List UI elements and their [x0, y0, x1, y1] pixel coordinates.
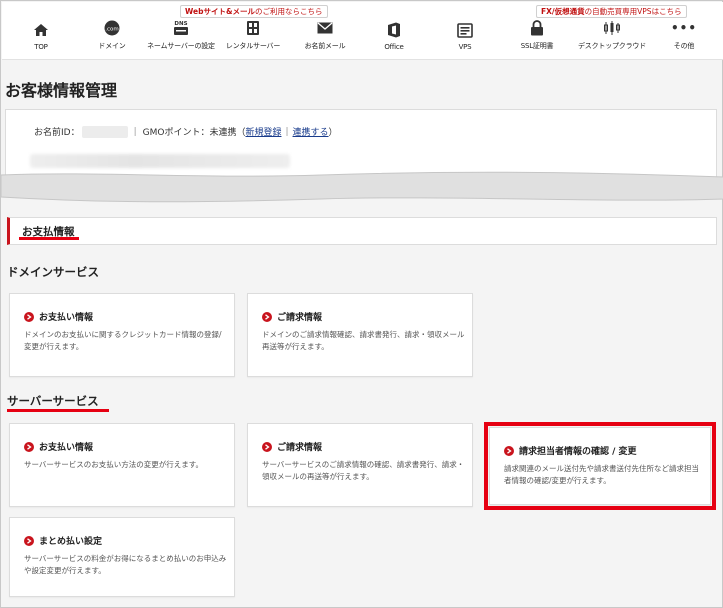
dns-icon: DNS — [171, 19, 191, 37]
server-billing-card[interactable]: ご請求情報 サーバーサービスのご請求情報の確認、請求書発行、請求・領収メールの再… — [247, 423, 473, 507]
nav-item-onamae-mail[interactable]: お名前メール — [296, 2, 354, 60]
onamae-id-label: お名前ID： — [34, 128, 80, 138]
separator: | — [133, 126, 137, 137]
nav-label: デスクトップクラウド — [578, 42, 646, 50]
nav-item-desktop-cloud[interactable]: デスクトップクラウド — [570, 2, 654, 60]
mail-icon — [315, 19, 335, 37]
card-description: サーバーサービスの料金がお得になるまとめ払いのお申込みや設定変更が行えます。 — [24, 554, 227, 575]
arrow-right-icon — [262, 311, 272, 322]
nav-label: SSL証明書 — [520, 42, 554, 50]
nav-item-top[interactable]: TOP — [26, 2, 56, 60]
nav-label: TOP — [34, 43, 48, 51]
close-paren: ） — [328, 128, 338, 138]
dns-icon-text: DNS — [174, 21, 187, 27]
more-icon: ••• — [671, 21, 698, 35]
nav-label: VPS — [458, 43, 472, 51]
card-title: ご請求情報 — [262, 310, 322, 323]
redacted-id — [81, 125, 128, 138]
nav-item-domain[interactable]: .com ドメイン — [90, 2, 134, 60]
card-title-text: お支払い情報 — [39, 443, 94, 453]
nav-item-rental-server[interactable]: レンタルサーバー — [220, 2, 286, 60]
arrow-right-icon — [24, 441, 34, 452]
nav-label: その他 — [673, 42, 695, 50]
gmo-point-label: GMOポイント：未連携（ — [142, 128, 246, 138]
card-title: お支払い情報 — [24, 440, 93, 453]
card-title-text: まとめ払い設定 — [39, 537, 103, 547]
redacted-info — [30, 154, 290, 168]
domain-billing-card[interactable]: ご請求情報 ドメインのご請求情報確認、請求書発行、請求・領収メール再送等が行えま… — [247, 293, 473, 377]
arrow-right-icon — [262, 441, 272, 452]
nav-item-vps[interactable]: VPS — [450, 2, 480, 60]
nav-label: ドメイン — [98, 42, 126, 50]
card-title-text: ご請求情報 — [277, 313, 323, 323]
gmo-link-link[interactable]: 連携する — [293, 125, 329, 138]
lock-icon — [527, 19, 547, 37]
highlight-box — [484, 422, 716, 510]
bulk-payment-card[interactable]: まとめ払い設定 サーバーサービスの料金がお得になるまとめ払いのお申込みや設定変更… — [9, 517, 235, 597]
card-title: まとめ払い設定 — [24, 534, 102, 547]
domain-icon-text: .com — [105, 27, 119, 33]
nav-label: レンタルサーバー — [225, 42, 281, 50]
nav-item-ssl[interactable]: SSL証明書 — [512, 2, 562, 60]
account-info-row: お名前ID： | GMOポイント：未連携（ 新規登録 | 連携する ） — [34, 125, 338, 138]
domain-payment-card[interactable]: お支払い情報 ドメインのお支払いに関するクレジットカード情報の登録/変更が行えま… — [9, 293, 235, 377]
card-description: サーバーサービスのご請求情報の確認、請求書発行、請求・領収メールの再送等が行えま… — [262, 460, 465, 481]
card-description: ドメインのご請求情報確認、請求書発行、請求・領収メール再送等が行えます。 — [262, 330, 465, 351]
section-title-underline — [19, 237, 79, 240]
page-title: お客様情報管理 — [5, 81, 118, 100]
cut-band — [1, 171, 723, 203]
page-frame: Webサイト&メールのご利用ならこちら FX/仮想通貨の自動売買専用VPSはこち… — [0, 0, 723, 608]
server-payment-card[interactable]: お支払い情報 サーバーサービスのお支払い方法の変更が行えます。 — [9, 423, 235, 507]
nav-label: ネームサーバーの設定 — [147, 42, 215, 50]
server-service-heading: サーバーサービス — [7, 394, 99, 408]
domain-icon: .com — [102, 19, 122, 37]
top-navigation: Webサイト&メールのご利用ならこちら FX/仮想通貨の自動売買専用VPSはこち… — [2, 2, 723, 60]
server-icon — [243, 19, 263, 37]
card-description: サーバーサービスのお支払い方法の変更が行えます。 — [24, 460, 204, 469]
nav-label: Office — [384, 43, 404, 51]
nav-label: お名前メール — [304, 42, 346, 50]
separator: | — [285, 126, 289, 137]
arrow-right-icon — [24, 311, 34, 322]
server-heading-underline — [7, 409, 109, 412]
vps-icon — [455, 21, 475, 39]
chart-icon — [602, 19, 622, 37]
arrow-right-icon — [24, 535, 34, 546]
office-icon — [384, 21, 404, 39]
card-description: ドメインのお支払いに関するクレジットカード情報の登録/変更が行えます。 — [24, 330, 222, 351]
card-title-text: お支払い情報 — [39, 313, 94, 323]
gmo-new-register-link[interactable]: 新規登録 — [245, 125, 281, 138]
card-title-text: ご請求情報 — [277, 443, 323, 453]
home-icon — [31, 21, 51, 39]
nav-item-nameserver[interactable]: DNS ネームサーバーの設定 — [142, 2, 220, 60]
nav-item-office[interactable]: Office — [376, 2, 412, 60]
card-title: お支払い情報 — [24, 310, 93, 323]
card-title: ご請求情報 — [262, 440, 322, 453]
nav-item-other[interactable]: ••• その他 — [666, 2, 702, 60]
domain-service-heading: ドメインサービス — [7, 265, 99, 279]
payment-section-header: お支払情報 — [7, 217, 717, 245]
